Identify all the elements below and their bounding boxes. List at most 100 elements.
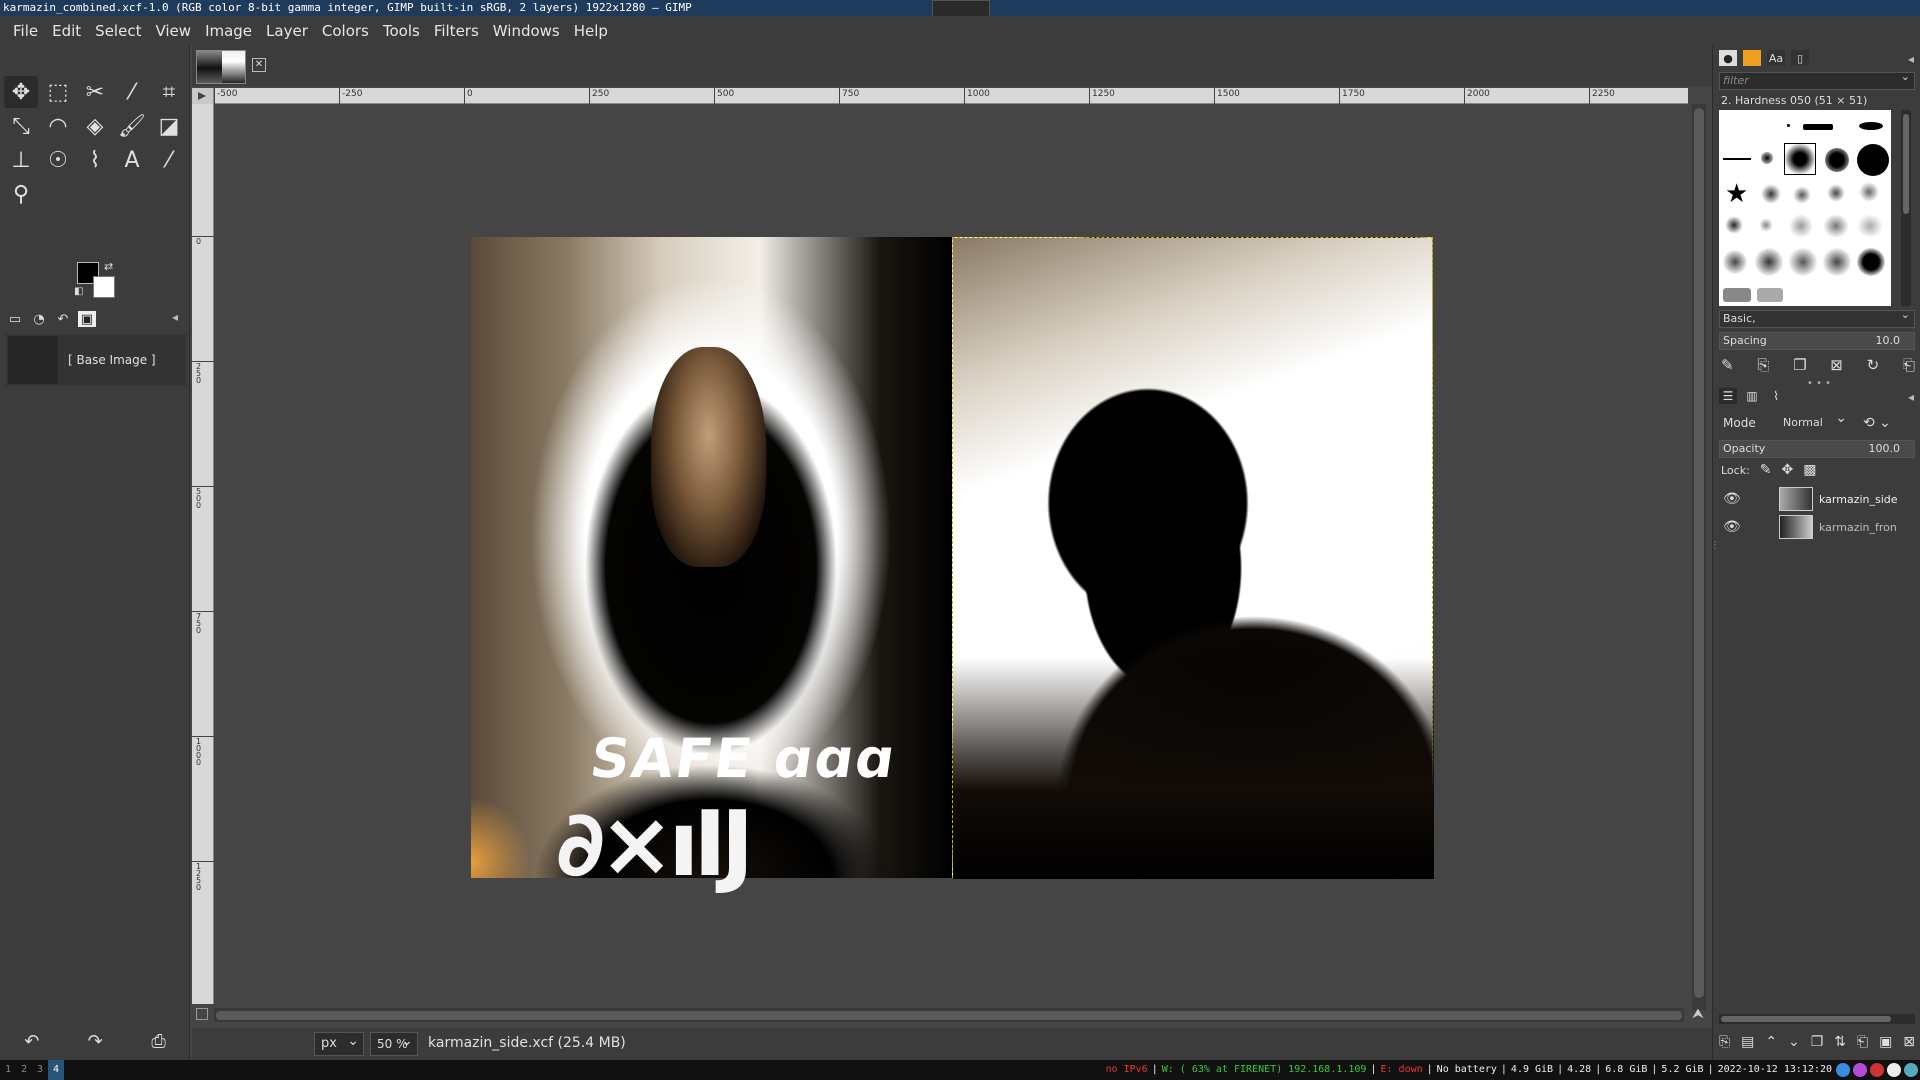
document-history-tab-icon[interactable]: ▯	[1791, 50, 1809, 66]
brush-filter-input[interactable]: filter	[1719, 69, 1915, 90]
horizontal-ruler[interactable]: -500 -250 0 250 500 750 1000 1250 1500 1…	[214, 88, 1688, 104]
new-layer-group-icon[interactable]: ▤	[1741, 1034, 1754, 1050]
redo-icon[interactable]: ↷	[88, 1031, 103, 1052]
menu-tools[interactable]: Tools	[376, 22, 427, 40]
color-picker-icon[interactable]: ⁄	[152, 144, 186, 176]
rect-select-icon[interactable]: ⬚	[41, 76, 75, 108]
text-icon[interactable]: A	[115, 144, 149, 176]
new-layer-icon[interactable]: ⎘	[1719, 1034, 1730, 1050]
menu-edit[interactable]: Edit	[45, 22, 88, 40]
duplicate-brush-icon[interactable]: ❐	[1793, 356, 1806, 374]
brush-grid[interactable]: ★	[1719, 110, 1891, 306]
undo-icon[interactable]: ↶	[24, 1031, 39, 1052]
anchor-layer-icon[interactable]: ⇅	[1834, 1034, 1846, 1050]
tray-app-icon[interactable]	[1853, 1063, 1867, 1077]
menu-layer[interactable]: Layer	[259, 22, 315, 40]
images-tab-icon[interactable]: ▣	[78, 311, 96, 327]
new-brush-icon[interactable]: ⎘	[1757, 356, 1769, 374]
visibility-eye-icon[interactable]: 👁	[1719, 519, 1741, 535]
background-color[interactable]	[93, 276, 115, 298]
swap-colors-icon[interactable]: ⇄	[104, 260, 113, 273]
delete-layer-icon[interactable]: ⊠	[1903, 1034, 1915, 1050]
undo-history-tab-icon[interactable]: ↶	[54, 311, 72, 327]
mask-icon[interactable]: ▣	[1879, 1034, 1892, 1050]
workspace-button[interactable]: 1	[0, 1060, 16, 1080]
image-tab[interactable]	[196, 50, 246, 84]
panel-menu-icon[interactable]: ◂	[1908, 390, 1914, 404]
channels-tab-icon[interactable]: ▥	[1743, 388, 1761, 404]
warp-icon[interactable]: ◠	[41, 110, 75, 142]
tray-network-icon[interactable]	[1904, 1063, 1918, 1077]
horizontal-scrollbar[interactable]	[214, 1008, 1684, 1022]
lock-alpha-icon[interactable]: ▩	[1803, 462, 1816, 478]
unit-select[interactable]: px	[314, 1030, 364, 1056]
image-list-item[interactable]: [ Base Image ]	[6, 334, 186, 386]
menu-colors[interactable]: Colors	[315, 22, 376, 40]
lock-pixels-icon[interactable]: ✎	[1760, 462, 1772, 478]
paintbrush-icon[interactable]: 🖌	[115, 110, 149, 142]
eraser-icon[interactable]: ◪	[152, 110, 186, 142]
quick-mask-toggle[interactable]	[196, 1008, 208, 1020]
duplicate-layer-icon[interactable]: ❐	[1811, 1034, 1824, 1050]
fuzzy-select-icon[interactable]: ⁄	[115, 76, 149, 108]
menu-windows[interactable]: Windows	[486, 22, 567, 40]
menu-file[interactable]: File	[6, 22, 45, 40]
fonts-tab-icon[interactable]: Aa	[1767, 50, 1785, 66]
device-status-tab-icon[interactable]: ◔	[30, 311, 48, 327]
layers-tab-icon[interactable]: ☰	[1719, 388, 1737, 404]
mode-select[interactable]: Normal	[1779, 407, 1849, 434]
edit-brush-icon[interactable]: ✎	[1721, 356, 1734, 374]
workspace-button[interactable]: 2	[16, 1060, 32, 1080]
tray-browser-icon[interactable]	[1836, 1063, 1850, 1077]
menu-select[interactable]: Select	[88, 22, 148, 40]
layer-row[interactable]: 👁 karmazin_side	[1719, 486, 1915, 512]
patterns-tab-icon[interactable]	[1743, 50, 1761, 66]
workspace-button-active[interactable]: 4	[48, 1060, 64, 1080]
ruler-corner[interactable]	[192, 88, 214, 104]
zoom-icon[interactable]: ⚲	[4, 178, 38, 210]
refresh-brushes-icon[interactable]: ↻	[1867, 356, 1880, 374]
open-brush-as-image-icon[interactable]: ⎗	[1903, 356, 1915, 374]
crop-icon[interactable]: ⌗	[152, 76, 186, 108]
vertical-ruler[interactable]: 0 250 500 750 1000 1250	[192, 104, 214, 1004]
vertical-scrollbar[interactable]	[1692, 104, 1706, 1010]
unified-transform-icon[interactable]: ⤡	[4, 110, 38, 142]
delete-brush-icon[interactable]: ⊠	[1830, 356, 1843, 374]
reset-colors-icon[interactable]: ◧	[74, 286, 83, 297]
merge-layer-icon[interactable]: ⎗	[1857, 1034, 1868, 1050]
clone-icon[interactable]: ⊥	[4, 144, 38, 176]
dock-resize-handle[interactable]: ⋮	[1710, 540, 1720, 551]
brush-tag-select[interactable]: Basic,	[1719, 307, 1915, 328]
tray-info-icon[interactable]	[1887, 1063, 1901, 1077]
move-tool-icon[interactable]: ✥	[4, 76, 38, 108]
lock-position-icon[interactable]: ✥	[1782, 462, 1794, 478]
menu-image[interactable]: Image	[198, 22, 259, 40]
brushes-tab-icon[interactable]: ●	[1719, 50, 1737, 66]
panel-menu-icon[interactable]: ◂	[1908, 52, 1914, 66]
panel-menu-icon[interactable]: ◂	[172, 310, 178, 324]
layer-side-image[interactable]	[952, 237, 1434, 879]
dock-separator[interactable]: • • •	[1807, 378, 1831, 389]
spacing-slider[interactable]: Spacing 10.0	[1719, 332, 1915, 350]
menu-view[interactable]: View	[148, 22, 198, 40]
scissors-select-icon[interactable]: ✂	[78, 76, 112, 108]
tray-app-icon[interactable]	[1870, 1063, 1884, 1077]
navigate-icon[interactable]: ⮝	[1692, 1006, 1704, 1022]
paths-icon[interactable]: ⌇	[78, 144, 112, 176]
paths-tab-icon[interactable]: ⌇	[1767, 388, 1785, 404]
zoom-select[interactable]: 50 %	[370, 1030, 418, 1056]
smudge-icon[interactable]: ☉	[41, 144, 75, 176]
lower-layer-icon[interactable]: ⌄	[1788, 1034, 1800, 1050]
composite-mode-icon[interactable]: ⟲ ⌄	[1863, 415, 1891, 431]
bucket-fill-icon[interactable]: ◈	[78, 110, 112, 142]
menu-filters[interactable]: Filters	[427, 22, 486, 40]
tool-options-tab-icon[interactable]: ▭	[6, 311, 24, 327]
clear-history-icon[interactable]: ⎙	[151, 1031, 165, 1052]
close-tab-icon[interactable]: ✕	[252, 58, 266, 72]
workspace-button[interactable]: 3	[32, 1060, 48, 1080]
layer-row[interactable]: 👁 karmazin_fron	[1719, 514, 1915, 540]
visibility-eye-icon[interactable]: 👁	[1719, 491, 1741, 507]
brush-grid-scrollbar[interactable]	[1901, 110, 1911, 306]
opacity-slider[interactable]: Opacity 100.0	[1719, 440, 1915, 458]
menu-help[interactable]: Help	[567, 22, 615, 40]
